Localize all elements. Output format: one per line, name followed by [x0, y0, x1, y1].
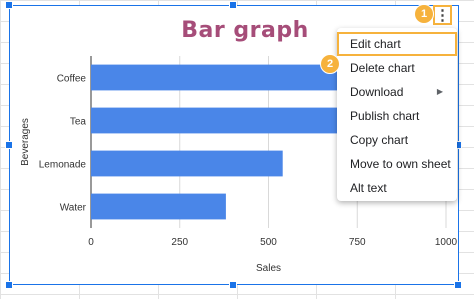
menu-item-download[interactable]: Download ▶ — [337, 80, 457, 104]
more-options-button[interactable]: ⋮ — [433, 5, 452, 25]
resize-handle-bottom-right[interactable] — [454, 281, 462, 289]
resize-handle-bottom-center[interactable] — [229, 281, 237, 289]
x-tick-label: 500 — [260, 237, 277, 248]
chart-title: Bar graph — [181, 18, 309, 43]
step-badge: 2 — [320, 54, 340, 74]
y-axis-title: Beverages — [20, 118, 31, 166]
resize-handle-bottom-left[interactable] — [5, 281, 13, 289]
x-axis-title: Sales — [256, 263, 281, 274]
x-tick-label: 0 — [88, 237, 94, 248]
step-badge: 1 — [414, 4, 434, 24]
submenu-arrow-icon: ▶ — [436, 87, 443, 96]
menu-item-alt-text[interactable]: Alt text — [337, 176, 457, 200]
y-category-label: Tea — [70, 117, 87, 128]
menu-item-copy-chart[interactable]: Copy chart — [337, 128, 457, 152]
menu-item-delete-chart[interactable]: Delete chart — [337, 56, 457, 80]
y-category-label: Coffee — [57, 74, 87, 85]
menu-item-label: Download — [350, 85, 404, 99]
menu-item-edit-chart[interactable]: Edit chart — [337, 32, 457, 56]
x-tick-label: 1000 — [435, 237, 458, 248]
y-category-label: Lemonade — [39, 160, 87, 171]
resize-handle-top-left[interactable] — [5, 1, 13, 9]
bar — [91, 193, 226, 220]
more-vert-icon: ⋮ — [435, 6, 450, 24]
bar — [91, 64, 358, 91]
x-tick-label: 750 — [349, 237, 366, 248]
resize-handle-top-center[interactable] — [229, 1, 237, 9]
menu-item-move-to-own-sheet[interactable]: Move to own sheet — [337, 152, 457, 176]
y-category-label: Water — [60, 203, 87, 214]
menu-item-publish-chart[interactable]: Publish chart — [337, 104, 457, 128]
x-tick-label: 250 — [171, 237, 188, 248]
bar — [91, 150, 283, 177]
resize-handle-middle-left[interactable] — [5, 141, 13, 149]
chart-context-menu: Edit chart Delete chart Download ▶ Publi… — [337, 28, 457, 201]
